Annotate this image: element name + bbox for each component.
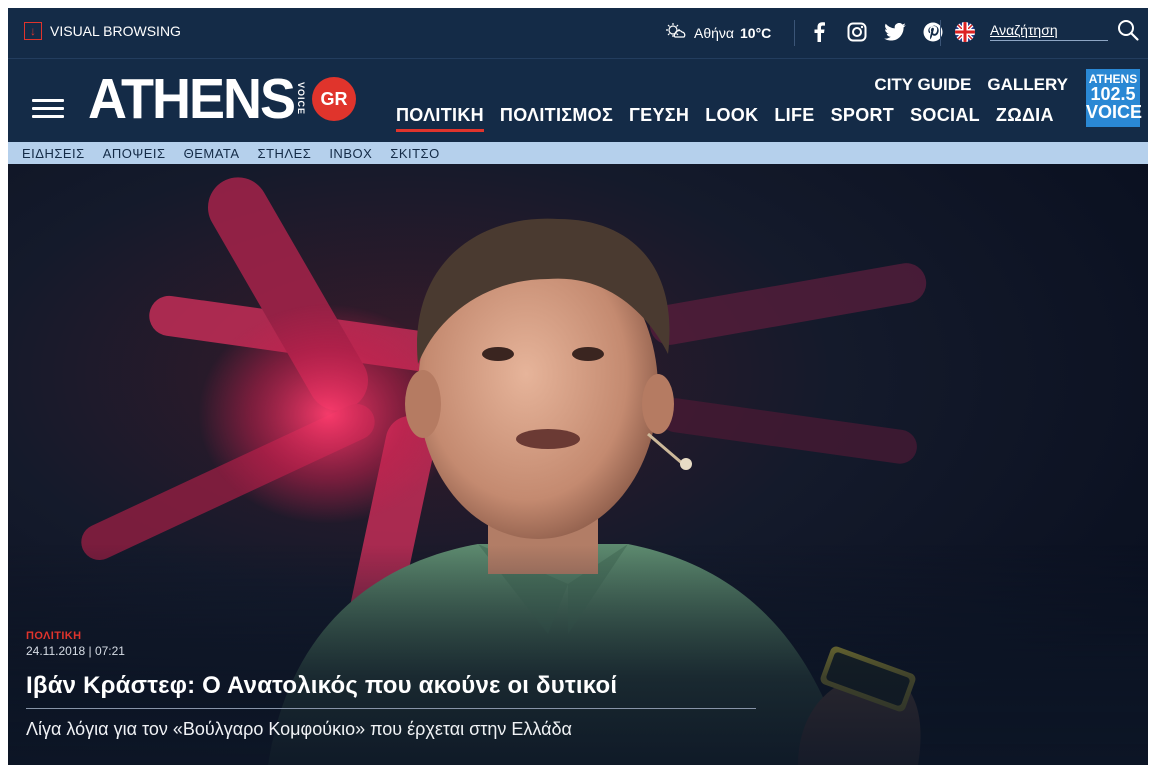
divider bbox=[940, 20, 941, 46]
article-title[interactable]: Ιβάν Κράστεφ: Ο Ανατολικός που ακούνε οι… bbox=[26, 672, 786, 700]
logo-text: ATHENS bbox=[88, 67, 296, 131]
main-nav: ΠΟΛΙΤΙΚΗ ΠΟΛΙΤΙΣΜΟΣ ΓΕΥΣΗ LOOK LIFE SPOR… bbox=[396, 105, 1070, 132]
page-frame: ↓ VISUAL BROWSING Αθήνα 10°C Αναζήτηση A… bbox=[8, 8, 1148, 765]
article-caption: ΠΟΛΙΤΙΚΗ 24.11.2018 | 07:21 Ιβάν Κράστεφ… bbox=[26, 630, 786, 740]
uk-flag-icon[interactable] bbox=[954, 21, 976, 48]
title-divider bbox=[26, 708, 756, 709]
social-links bbox=[808, 20, 944, 44]
weather-city: Αθήνα bbox=[694, 24, 735, 41]
nav-life[interactable]: LIFE bbox=[774, 105, 814, 132]
arrow-down-icon: ↓ bbox=[24, 22, 42, 40]
subnav-themata[interactable]: ΘΕΜΑΤΑ bbox=[184, 146, 240, 161]
visual-browsing-link[interactable]: ↓ VISUAL BROWSING bbox=[24, 22, 181, 40]
radio-line-3: VOICE bbox=[1086, 102, 1143, 122]
nav-gallery[interactable]: GALLERY bbox=[987, 75, 1068, 95]
nav-politismos[interactable]: ΠΟΛΙΤΙΣΜΟΣ bbox=[500, 105, 613, 132]
instagram-icon[interactable] bbox=[846, 20, 868, 44]
nav-sport[interactable]: SPORT bbox=[831, 105, 895, 132]
nav-city-guide[interactable]: CITY GUIDE bbox=[874, 75, 971, 95]
site-logo[interactable]: ATHENS VOICE GR bbox=[88, 67, 357, 131]
main-header: ATHENS VOICE GR CITY GUIDE GALLERY ΠΟΛΙΤ… bbox=[8, 58, 1148, 142]
article-date: 24.11.2018 | 07:21 bbox=[26, 644, 125, 658]
secondary-nav: CITY GUIDE GALLERY bbox=[874, 75, 1068, 95]
radio-logo[interactable]: ATHENS 102.5 VOICE bbox=[1086, 69, 1143, 127]
nav-social[interactable]: SOCIAL bbox=[910, 105, 980, 132]
sub-nav: ΕΙΔΗΣΕΙΣ ΑΠΟΨΕΙΣ ΘΕΜΑΤΑ ΣΤΗΛΕΣ INBOX ΣΚΙ… bbox=[8, 142, 1148, 164]
subnav-stiles[interactable]: ΣΤΗΛΕΣ bbox=[258, 146, 312, 161]
nav-zodia[interactable]: ΖΩΔΙΑ bbox=[996, 105, 1054, 132]
subnav-eidiseis[interactable]: ΕΙΔΗΣΕΙΣ bbox=[22, 146, 85, 161]
twitter-icon[interactable] bbox=[884, 20, 906, 44]
divider bbox=[794, 20, 795, 46]
weather-widget: Αθήνα 10°C bbox=[664, 22, 771, 43]
subnav-inbox[interactable]: INBOX bbox=[329, 146, 372, 161]
radio-line-2: 102.5 bbox=[1090, 84, 1136, 104]
menu-icon[interactable] bbox=[32, 99, 64, 121]
nav-geusi[interactable]: ΓΕΥΣΗ bbox=[629, 105, 689, 132]
weather-icon bbox=[664, 22, 688, 43]
search-input[interactable]: Αναζήτηση bbox=[990, 22, 1108, 41]
nav-look[interactable]: LOOK bbox=[705, 105, 758, 132]
nav-politiki[interactable]: ΠΟΛΙΤΙΚΗ bbox=[396, 105, 484, 132]
facebook-icon[interactable] bbox=[808, 20, 830, 44]
logo-gr-badge: GR bbox=[312, 77, 357, 121]
subnav-apopseis[interactable]: ΑΠΟΨΕΙΣ bbox=[103, 146, 166, 161]
search-icon[interactable] bbox=[1116, 18, 1140, 47]
article-lede: Λίγα λόγια για τον «Βούλγαρο Κομφούκιο» … bbox=[26, 719, 572, 739]
visual-browsing-label: VISUAL BROWSING bbox=[50, 23, 181, 39]
top-utility-bar: ↓ VISUAL BROWSING Αθήνα 10°C Αναζήτηση bbox=[8, 8, 1148, 58]
subnav-skitso[interactable]: ΣΚΙΤΣΟ bbox=[390, 146, 439, 161]
weather-temp: 10°C bbox=[740, 24, 772, 41]
logo-voice: VOICE bbox=[296, 82, 307, 116]
article-category[interactable]: ΠΟΛΙΤΙΚΗ bbox=[26, 630, 786, 642]
